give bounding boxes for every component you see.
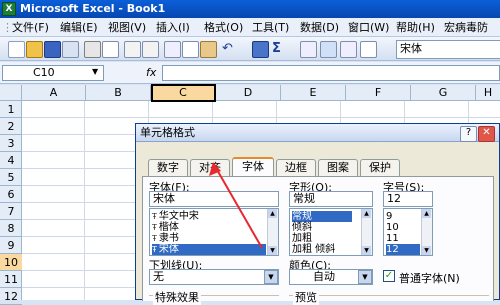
- annotation-arrow-icon: [209, 162, 263, 249]
